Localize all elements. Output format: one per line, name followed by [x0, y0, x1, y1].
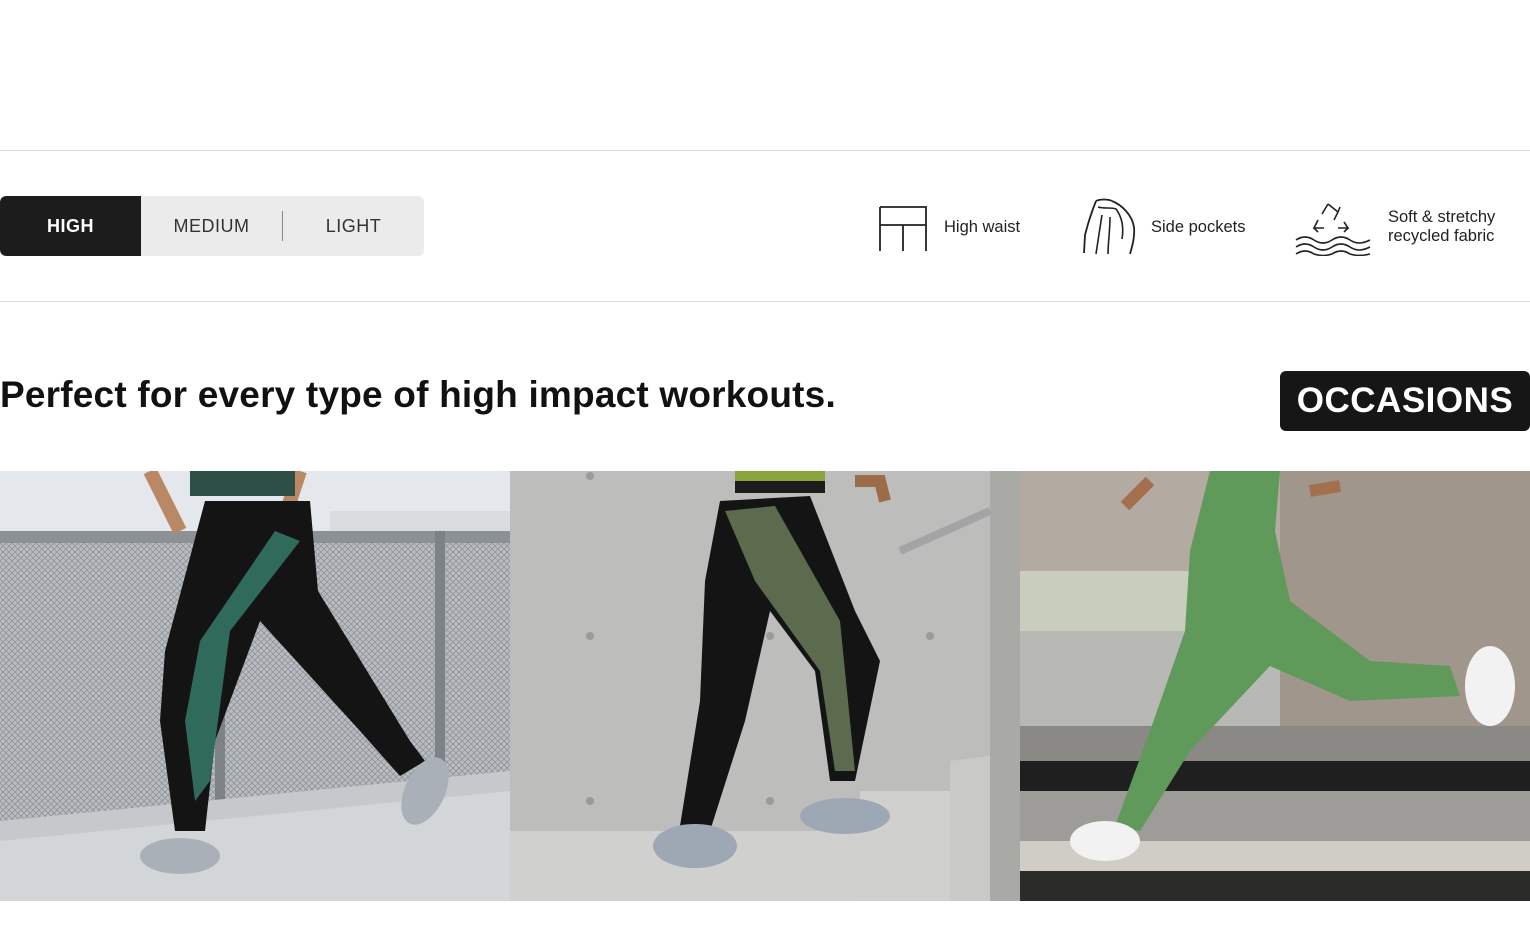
feature-label-line2: recycled fabric: [1388, 227, 1495, 245]
feature-label-line1: Soft & stretchy: [1388, 208, 1496, 226]
impact-option-high[interactable]: HIGH: [0, 196, 141, 256]
impact-level-selector: HIGH MEDIUM LIGHT: [0, 196, 424, 256]
photo-rooftop-runner: [0, 471, 510, 901]
feature-label: High waist: [944, 217, 1021, 236]
side-pockets-icon: [1082, 197, 1138, 257]
section-headline: Perfect for every type of high impact wo…: [0, 374, 836, 415]
feature-high-waist: High waist: [876, 196, 1020, 258]
occasions-tag: OCCASIONS: [1280, 371, 1530, 431]
feature-label: Soft & stretchy recycled fabric: [1388, 208, 1495, 246]
recycle-fabric-icon: [1294, 198, 1372, 256]
feature-side-pockets: Side pockets: [1082, 196, 1245, 258]
photo-stairs-runner: [510, 471, 1020, 901]
bottom-divider: [0, 301, 1530, 302]
high-waist-icon: [876, 199, 930, 255]
photo-poolside-runner: [1020, 471, 1530, 901]
feature-label: Side pockets: [1151, 217, 1246, 236]
impact-option-light[interactable]: LIGHT: [283, 196, 424, 256]
impact-option-medium[interactable]: MEDIUM: [141, 196, 282, 256]
top-divider: [0, 150, 1530, 151]
feature-recycled-fabric: Soft & stretchy recycled fabric: [1294, 196, 1495, 258]
